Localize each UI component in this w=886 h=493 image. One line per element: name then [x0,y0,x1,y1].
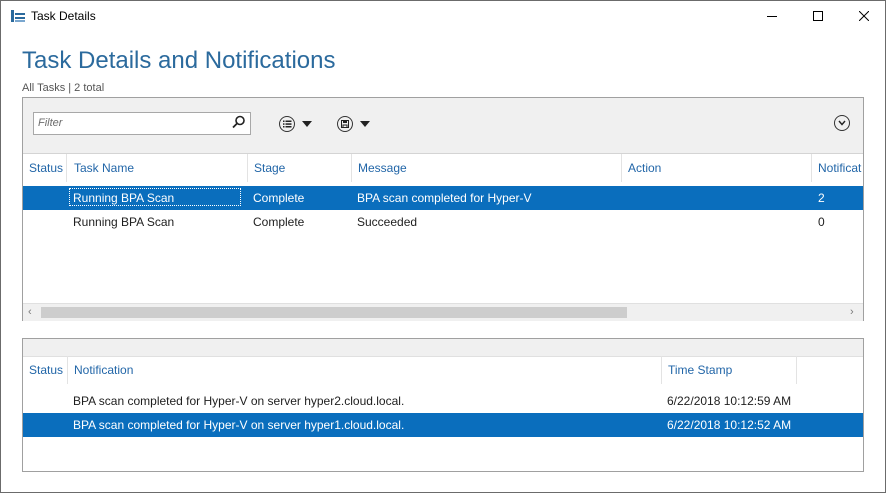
scrollbar-thumb[interactable] [41,307,627,318]
notifications-toolbar [23,339,863,357]
column-header-status[interactable]: Status [23,154,67,182]
close-button[interactable] [841,1,886,31]
stage-cell: Complete [253,191,305,205]
minimize-icon [767,16,777,17]
column-header-notifications[interactable]: Notificat [812,154,863,182]
notification-row[interactable]: BPA scan completed for Hyper-V on server… [23,413,863,437]
window-title: Task Details [31,9,96,23]
chevron-down-icon [838,120,846,126]
search-icon[interactable] [232,115,246,132]
close-icon [859,11,869,21]
notification-cell: BPA scan completed for Hyper-V on server… [73,418,405,432]
filter-placeholder: Filter [38,117,63,129]
chevron-down-icon [360,121,370,127]
notifications-header: Status Notification Time Stamp [23,356,863,384]
app-icon [10,9,26,23]
maximize-icon [813,11,823,21]
tasks-panel: Filter Status Task Name Stage Message Ac… [22,97,864,321]
filter-input[interactable]: Filter [33,112,251,135]
list-icon [279,116,295,132]
page-title: Task Details and Notifications [22,47,336,74]
save-icon [337,116,353,132]
tasks-header: Status Task Name Stage Message Action No… [23,154,863,182]
minimize-button[interactable] [749,1,795,31]
column-header-action[interactable]: Action [622,154,812,182]
maximize-button[interactable] [795,1,841,31]
notifications-panel: Status Notification Time Stamp BPA scan … [22,338,864,472]
tasks-toolbar: Filter [23,98,863,154]
column-header-time-stamp[interactable]: Time Stamp [662,356,797,384]
column-header-stage[interactable]: Stage [248,154,352,182]
notification-row[interactable]: BPA scan completed for Hyper-V on server… [23,389,863,413]
chevron-down-icon [302,121,312,127]
view-options-dropdown[interactable] [279,114,312,134]
column-header-message[interactable]: Message [352,154,622,182]
column-header-status[interactable]: Status [23,356,68,384]
task-details-window: Task Details Task Details and Notificati… [0,0,886,493]
task-name-cell: Running BPA Scan [73,191,175,205]
scroll-left-icon[interactable]: ‹ [28,306,32,318]
task-count: All Tasks | 2 total [22,82,105,94]
horizontal-scrollbar[interactable]: ‹ › [23,303,863,321]
message-cell: BPA scan completed for Hyper-V [357,191,532,205]
task-name-cell: Running BPA Scan [73,215,175,229]
message-cell: Succeeded [357,215,418,229]
scroll-right-icon[interactable]: › [850,306,854,318]
expand-button[interactable] [834,115,850,131]
column-header-notification[interactable]: Notification [68,356,662,384]
notification-cell: BPA scan completed for Hyper-V on server… [73,394,405,408]
notifications-cell: 0 [818,215,825,229]
timestamp-cell: 6/22/2018 10:12:52 AM [667,418,792,432]
title-bar: Task Details [1,1,885,31]
save-options-dropdown[interactable] [337,114,370,134]
task-row[interactable]: Running BPA Scan Complete BPA scan compl… [23,186,863,210]
task-row[interactable]: Running BPA Scan Complete Succeeded 0 [23,210,863,234]
column-header-task-name[interactable]: Task Name [68,154,248,182]
notifications-cell: 2 [818,191,825,205]
timestamp-cell: 6/22/2018 10:12:59 AM [667,394,792,408]
stage-cell: Complete [253,215,305,229]
